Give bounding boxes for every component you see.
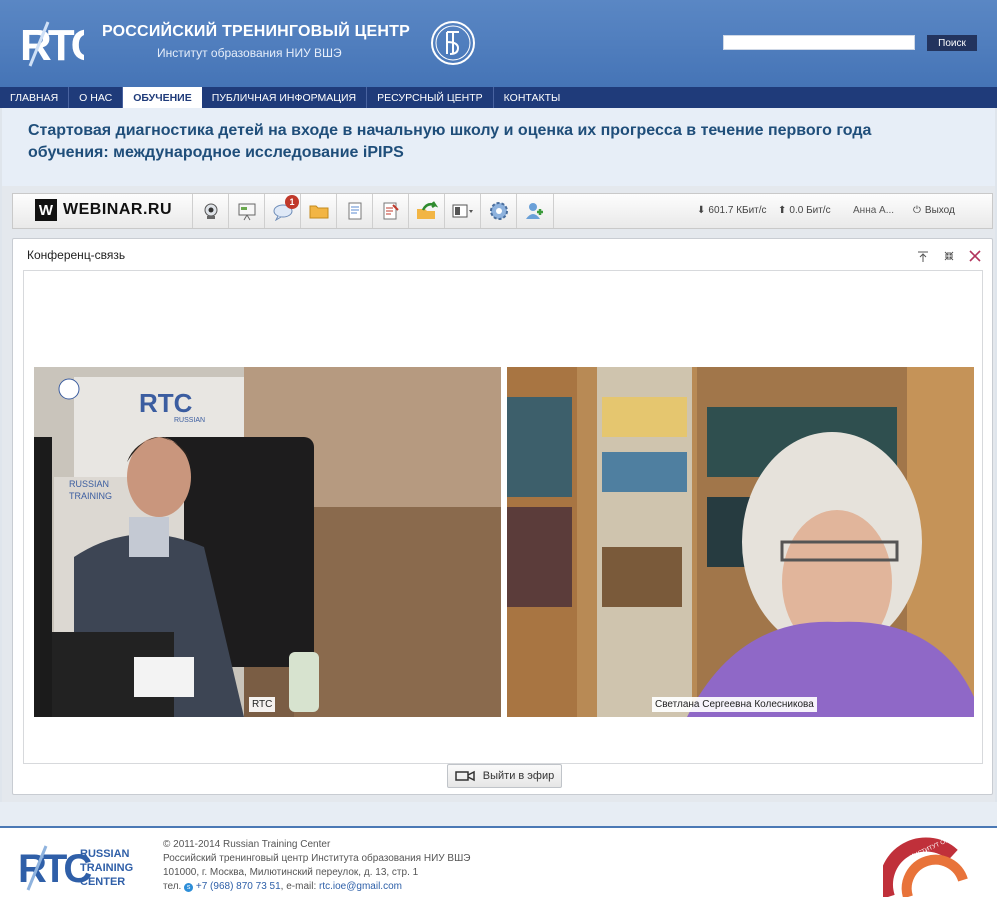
- notes-button[interactable]: [336, 194, 373, 228]
- ioe-logo[interactable]: ИНСТИТУТ ОБРАЗОВАНИЯ НИУ ВШЭ: [883, 835, 973, 897]
- title-band: Стартовая диагностика детей на входе в н…: [2, 108, 995, 186]
- org-title: РОССИЙСКИЙ ТРЕНИНГОВЫЙ ЦЕНТР: [102, 23, 410, 40]
- video-feed-participant: [507, 367, 974, 717]
- footer: RTC RUSSIAN TRAINING CENTER © 2011-2014 …: [0, 828, 997, 900]
- video-tile-rtc[interactable]: RTC RUSSIAN RUSSIAN TRAINING RTC: [34, 367, 501, 717]
- nav-item-contacts[interactable]: КОНТАКТЫ: [494, 87, 571, 108]
- phone-link[interactable]: +7 (968) 870 73 51: [196, 881, 281, 892]
- download-speed: ⬇ 601.7 КБит/с: [697, 205, 767, 216]
- current-user[interactable]: Анна А...: [853, 205, 894, 216]
- webcam-button[interactable]: [192, 194, 229, 228]
- upload-speed: ⬆ 0.0 Бит/с: [778, 205, 831, 216]
- logout-button[interactable]: ⏻ Выход: [913, 205, 955, 216]
- org-subtitle: Институт образования НИУ ВШЭ: [157, 46, 342, 60]
- settings-button[interactable]: [480, 194, 517, 228]
- nav-item-public-info[interactable]: ПУБЛИЧНАЯ ИНФОРМАЦИЯ: [202, 87, 368, 108]
- video-label-participant: Светлана Сергеевна Колесникова: [652, 697, 817, 712]
- email-link[interactable]: rtc.ioe@gmail.com: [319, 881, 402, 892]
- invite-button[interactable]: [516, 194, 554, 228]
- conference-video-area: RTC RUSSIAN RUSSIAN TRAINING RTC Светлан…: [23, 270, 983, 764]
- svg-text:RUSSIAN: RUSSIAN: [69, 479, 109, 489]
- address: 101000, г. Москва, Милютинский переулок,…: [163, 867, 419, 878]
- main-nav: ГЛАВНАЯ О НАС ОБУЧЕНИЕ ПУБЛИЧНАЯ ИНФОРМА…: [0, 87, 997, 108]
- footer-rtc-logo[interactable]: RTC RUSSIAN TRAINING CENTER: [18, 842, 143, 897]
- add-user-icon: [526, 203, 543, 219]
- presentation-button[interactable]: [228, 194, 265, 228]
- nav-item-resource-center[interactable]: РЕСУРСНЫЙ ЦЕНТР: [367, 87, 494, 108]
- svg-text:TRAINING: TRAINING: [69, 491, 112, 501]
- footer-info: © 2011-2014 Russian Training Center Росс…: [163, 838, 470, 894]
- files-button[interactable]: [300, 194, 337, 228]
- webinar-brand-text: WEBINAR.RU: [63, 201, 172, 218]
- camera-icon: [455, 770, 475, 782]
- pin-icon[interactable]: [916, 249, 930, 263]
- search-input[interactable]: [723, 35, 915, 50]
- org-fullname: Российский тренинговый центр Института о…: [163, 853, 471, 864]
- webinar-toolbar: W WEBINAR.RU 1 ⬇ 601.7 КБит/с ⬆ 0.0 Бит/с …: [12, 193, 993, 229]
- go-live-button[interactable]: Выйти в эфир: [447, 764, 562, 788]
- chat-button[interactable]: 1: [264, 194, 301, 228]
- download-arrow-icon: ⬇: [697, 205, 706, 216]
- webcam-icon: [204, 203, 218, 219]
- nav-item-home[interactable]: ГЛАВНАЯ: [0, 87, 70, 108]
- folder-icon: [309, 205, 329, 219]
- skype-icon: s: [184, 883, 194, 892]
- page-title: Стартовая диагностика детей на входе в н…: [28, 122, 872, 161]
- nav-item-about[interactable]: О НАС: [69, 87, 124, 108]
- video-label-rtc: RTC: [249, 697, 276, 712]
- share-icon: [417, 201, 439, 219]
- site-header: RTC РОССИЙСКИЙ ТРЕНИНГОВЫЙ ЦЕНТР Институ…: [0, 0, 997, 87]
- share-button[interactable]: [408, 194, 445, 228]
- copyright: © 2011-2014 Russian Training Center: [163, 839, 331, 850]
- footer-separator: [0, 802, 997, 828]
- footer-brand-text: RUSSIAN TRAINING CENTER: [80, 848, 134, 888]
- webinar-logo-icon: W: [35, 199, 57, 221]
- layout-icon: [452, 204, 473, 218]
- notes-icon: [348, 202, 362, 220]
- svg-text:НИУ ВШЭ: НИУ ВШЭ: [937, 881, 961, 896]
- conference-panel: Конференц-связь RTC RUSSIAN RUSSIAN TRAI…: [12, 238, 993, 795]
- test-icon: [383, 202, 399, 220]
- collapse-icon[interactable]: [942, 249, 956, 263]
- hse-logo[interactable]: [430, 20, 476, 66]
- video-feed-rtc: RTC RUSSIAN RUSSIAN TRAINING: [34, 367, 501, 717]
- video-tile-participant[interactable]: Светлана Сергеевна Колесникова: [507, 367, 974, 717]
- go-live-label: Выйти в эфир: [482, 770, 555, 782]
- upload-arrow-icon: ⬆: [778, 205, 787, 216]
- nav-item-training[interactable]: ОБУЧЕНИЕ: [123, 87, 202, 108]
- power-icon: ⏻: [913, 205, 921, 216]
- conference-panel-title: Конференц-связь: [27, 248, 126, 262]
- svg-text:RTC: RTC: [20, 21, 84, 70]
- svg-text:RTC: RTC: [139, 388, 193, 418]
- settings-icon: [490, 202, 508, 220]
- layout-button[interactable]: [444, 194, 481, 228]
- webinar-brand[interactable]: W WEBINAR.RU: [35, 199, 172, 221]
- contacts-line: тел. s +7 (968) 870 73 51, e-mail: rtc.i…: [163, 881, 402, 892]
- close-icon[interactable]: [968, 249, 982, 263]
- svg-text:RUSSIAN: RUSSIAN: [174, 417, 205, 424]
- presentation-icon: [238, 203, 256, 221]
- rtc-logo[interactable]: RTC: [18, 16, 84, 70]
- search-button[interactable]: Поиск: [927, 35, 977, 51]
- chat-unread-badge: 1: [285, 195, 299, 209]
- test-button[interactable]: [372, 194, 409, 228]
